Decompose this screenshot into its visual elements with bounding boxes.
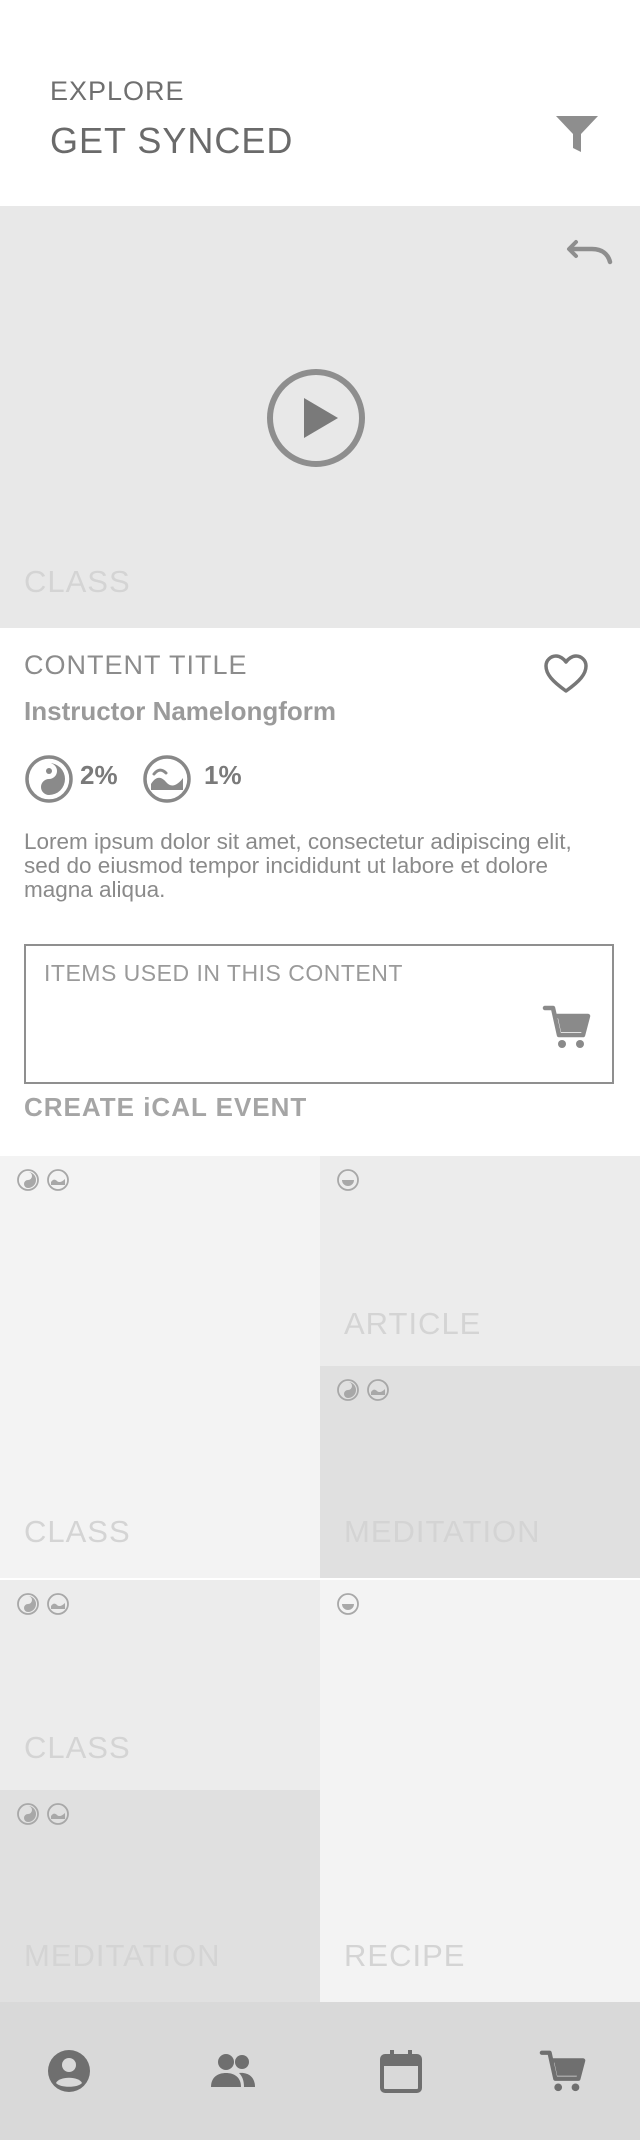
yin-yang-icon bbox=[16, 1802, 40, 1826]
nav-profile[interactable] bbox=[24, 2026, 114, 2116]
section-label: EXPLORE bbox=[50, 76, 185, 106]
tile-label: CLASS bbox=[24, 1514, 131, 1549]
nav-community[interactable] bbox=[188, 2026, 278, 2116]
tile-label: CLASS bbox=[24, 1730, 131, 1765]
stat-value-balance: 2% bbox=[80, 760, 118, 790]
items-used-box[interactable]: ITEMS USED IN THIS CONTENT bbox=[24, 944, 614, 1084]
wave-icon bbox=[46, 1168, 70, 1192]
smile-icon bbox=[336, 1168, 360, 1192]
calendar-icon bbox=[380, 2050, 422, 2093]
tile-class[interactable]: CLASS bbox=[0, 1580, 320, 1790]
wave-icon bbox=[366, 1378, 390, 1402]
cart-icon bbox=[539, 2050, 586, 2092]
tile-icons bbox=[16, 1168, 70, 1192]
filter-icon[interactable] bbox=[550, 110, 604, 158]
tile-label: MEDITATION bbox=[344, 1514, 541, 1549]
tile-meditation[interactable]: MEDITATION bbox=[0, 1790, 320, 2002]
tile-label: RECIPE bbox=[344, 1938, 466, 1973]
undo-icon[interactable] bbox=[566, 232, 614, 268]
tile-label: MEDITATION bbox=[24, 1938, 221, 1973]
bottom-nav bbox=[0, 2002, 640, 2140]
tile-article[interactable]: ARTICLE bbox=[320, 1156, 640, 1366]
nav-calendar[interactable] bbox=[356, 2026, 446, 2116]
people-icon bbox=[211, 2054, 255, 2087]
smile-icon bbox=[336, 1592, 360, 1616]
nav-cart[interactable] bbox=[518, 2026, 608, 2116]
content-detail: CONTENT TITLE Instructor Namelongform 2%… bbox=[0, 628, 640, 1156]
user-icon bbox=[48, 2050, 90, 2092]
items-used-label: ITEMS USED IN THIS CONTENT bbox=[44, 960, 403, 986]
wave-icon bbox=[46, 1802, 70, 1826]
tile-icons bbox=[16, 1802, 70, 1826]
yin-yang-icon bbox=[16, 1168, 40, 1192]
tile-icons bbox=[16, 1592, 70, 1616]
tile-label: ARTICLE bbox=[344, 1306, 482, 1341]
heart-icon[interactable] bbox=[542, 652, 590, 696]
tile-meditation[interactable]: MEDITATION bbox=[320, 1366, 640, 1578]
yin-yang-icon bbox=[24, 754, 74, 804]
instructor-name: Instructor Namelongform bbox=[24, 696, 337, 726]
content-title: CONTENT TITLE bbox=[24, 650, 248, 680]
page-title: GET SYNCED bbox=[50, 120, 294, 161]
tile-icons bbox=[336, 1168, 360, 1192]
wave-icon bbox=[46, 1592, 70, 1616]
tile-icons bbox=[336, 1592, 360, 1616]
content-description: Lorem ipsum dolor sit amet, consectetur … bbox=[24, 829, 572, 902]
header: EXPLORE GET SYNCED bbox=[0, 0, 640, 206]
wave-icon bbox=[142, 754, 192, 804]
create-ical-event-button[interactable]: CREATE iCAL EVENT bbox=[24, 1092, 307, 1123]
hero-video[interactable]: CLASS bbox=[0, 206, 640, 628]
yin-yang-icon bbox=[16, 1592, 40, 1616]
stat-value-wave: 1% bbox=[204, 760, 242, 790]
tile-class[interactable]: CLASS bbox=[0, 1156, 320, 1578]
tile-icons bbox=[336, 1378, 390, 1402]
hero-type-label: CLASS bbox=[24, 564, 131, 599]
yin-yang-icon bbox=[336, 1378, 360, 1402]
tile-recipe[interactable]: RECIPE bbox=[320, 1580, 640, 2002]
play-icon[interactable] bbox=[264, 366, 368, 470]
cart-icon[interactable] bbox=[542, 1002, 592, 1052]
